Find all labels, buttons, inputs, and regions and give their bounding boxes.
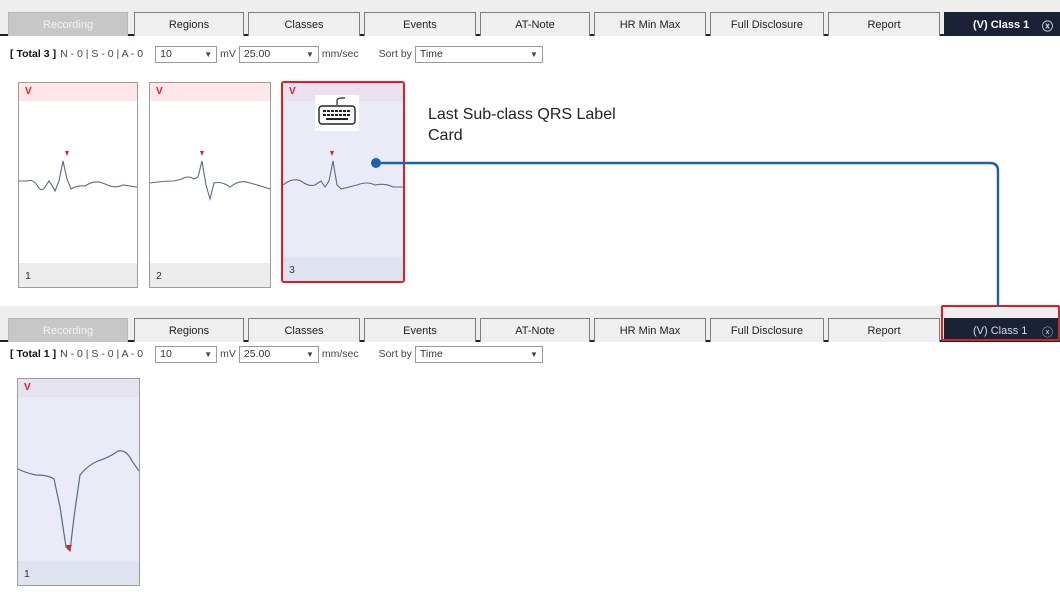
connector-line <box>376 161 1000 307</box>
connector-dot-icon <box>371 158 381 168</box>
callout-connector <box>371 158 1000 307</box>
